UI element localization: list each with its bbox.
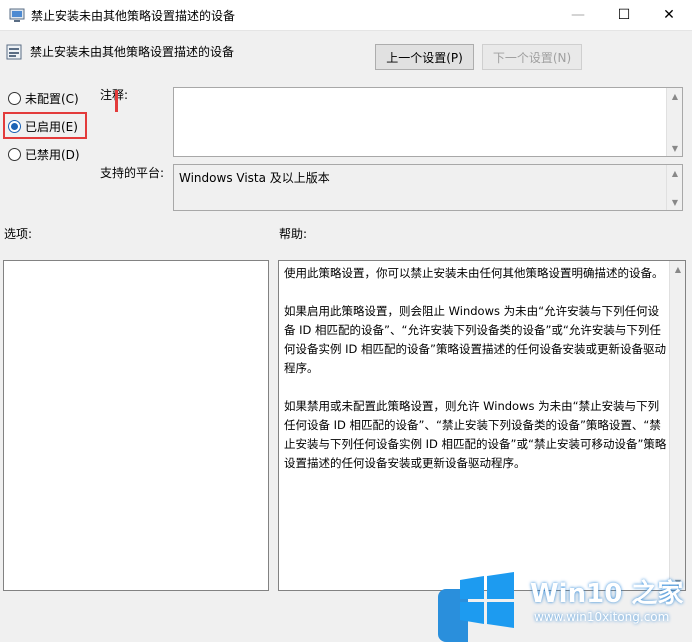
help-panel: 使用此策略设置，你可以禁止安装未由任何其他策略设置明确描述的设备。 如果启用此策… <box>278 260 686 591</box>
radio-label: 未配置(C) <box>25 91 79 106</box>
help-scrollbar[interactable]: ▲ ▼ <box>669 261 685 590</box>
help-paragraph: 使用此策略设置，你可以禁止安装未由任何其他策略设置明确描述的设备。 <box>284 266 664 280</box>
radio-label: 已禁用(D) <box>25 147 80 162</box>
window-title: 禁止安装未由其他策略设置描述的设备 <box>31 9 236 23</box>
comment-textarea[interactable]: ▲ ▼ <box>173 87 683 157</box>
close-icon: ✕ <box>663 7 675 23</box>
radio-circle[interactable] <box>8 147 21 161</box>
watermark-title: Win10 之家 <box>530 579 684 609</box>
radio-disabled[interactable]: 已禁用(D) <box>8 145 80 163</box>
policy-setting-icon <box>6 44 22 60</box>
enabled-highlight-box <box>3 112 87 139</box>
options-panel <box>3 260 269 591</box>
scroll-up-icon[interactable]: ▲ <box>667 165 683 181</box>
watermark: Win10 之家 www.win10xitong.com <box>438 565 692 642</box>
scroll-down-icon[interactable]: ▼ <box>667 140 683 156</box>
windows-logo-icon <box>460 572 514 628</box>
platform-field: Windows Vista 及以上版本 ▲ ▼ <box>173 164 683 211</box>
maximize-button[interactable]: ☐ <box>601 0 647 30</box>
help-label: 帮助: <box>279 227 308 241</box>
radio-circle[interactable] <box>8 91 21 105</box>
platform-value: Windows Vista 及以上版本 <box>179 171 330 185</box>
radio-not-configured[interactable]: 未配置(C) <box>8 89 79 107</box>
maximize-icon: ☐ <box>617 7 631 23</box>
minimize-button[interactable]: — <box>555 0 601 30</box>
comment-scrollbar[interactable]: ▲ ▼ <box>666 88 682 156</box>
help-paragraph: 如果启用此策略设置，则会阻止 Windows 为未由“允许安装与下列任何设备 I… <box>284 304 667 375</box>
title-bar: 禁止安装未由其他策略设置描述的设备 — ☐ ✕ <box>0 0 692 31</box>
red-arrow-icon <box>115 90 118 112</box>
watermark-url: www.win10xitong.com <box>534 610 670 624</box>
scroll-up-icon[interactable]: ▲ <box>667 88 683 104</box>
scroll-up-icon[interactable]: ▲ <box>670 261 686 277</box>
close-button[interactable]: ✕ <box>646 0 692 30</box>
platform-label: 支持的平台: <box>100 166 165 180</box>
help-paragraph: 如果禁用或未配置此策略设置，则允许 Windows 为未由“禁止安装与下列任何设… <box>284 399 667 470</box>
policy-app-icon <box>9 8 25 22</box>
minimize-icon: — <box>571 7 585 23</box>
platform-scrollbar[interactable]: ▲ ▼ <box>666 165 682 210</box>
setting-title: 禁止安装未由其他策略设置描述的设备 <box>30 45 235 59</box>
options-label: 选项: <box>4 227 33 241</box>
previous-setting-button[interactable]: 上一个设置(P) <box>375 44 474 70</box>
help-text: 使用此策略设置，你可以禁止安装未由任何其他策略设置明确描述的设备。 如果启用此策… <box>284 264 667 492</box>
next-setting-button[interactable]: 下一个设置(N) <box>482 44 582 70</box>
scroll-down-icon[interactable]: ▼ <box>667 194 683 210</box>
